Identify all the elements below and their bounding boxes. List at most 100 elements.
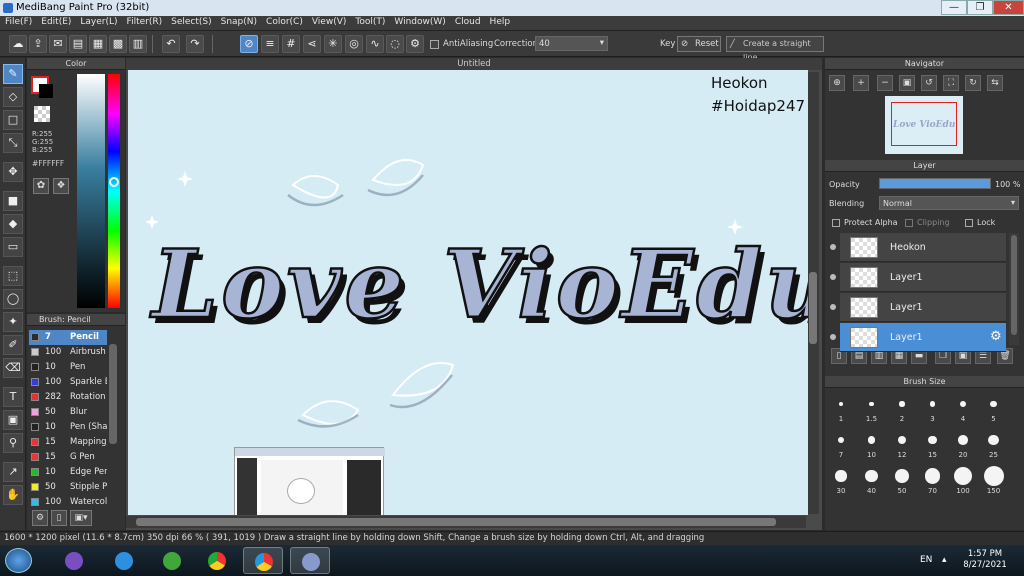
visibility-icon[interactable]: [830, 274, 836, 280]
brush-size-option[interactable]: 2: [888, 394, 916, 423]
brush-size-option[interactable]: 3: [919, 394, 947, 423]
rotate-left-icon[interactable]: ↺: [921, 75, 937, 91]
curve-snap-icon[interactable]: ∿: [366, 35, 384, 53]
document-tab[interactable]: Untitled: [126, 58, 822, 70]
eyedropper-icon[interactable]: ⚲: [3, 433, 23, 453]
vanishing-point-icon[interactable]: ⋖: [303, 35, 321, 53]
brush-list-item[interactable]: 10 Edge Pen: [29, 465, 107, 480]
divide-tool-icon[interactable]: ▣: [3, 410, 23, 430]
hue-handle[interactable]: [109, 177, 119, 187]
clipping-checkbox[interactable]: [905, 219, 913, 227]
visibility-icon[interactable]: [830, 304, 836, 310]
gradient-tool-icon[interactable]: ▭: [3, 237, 23, 257]
clock[interactable]: 1:57 PM 8/27/2021: [960, 549, 1010, 571]
move-tool-icon[interactable]: ✥: [3, 162, 23, 182]
shape-tool-icon[interactable]: ■: [3, 191, 23, 211]
menu-file[interactable]: File(F): [0, 16, 36, 27]
brush-size-option[interactable]: 150: [980, 466, 1008, 495]
palette-icon[interactable]: ✿: [33, 178, 49, 194]
visibility-icon[interactable]: [830, 244, 836, 250]
brush-list-item[interactable]: 50 Stipple Pe: [29, 480, 107, 495]
cloud-icon[interactable]: ☁: [9, 35, 27, 53]
taskbar-app[interactable]: [243, 547, 283, 574]
taskbar-coccoc[interactable]: [152, 547, 192, 574]
brush-list-item[interactable]: 15 Mapping P: [29, 435, 107, 450]
brush-size-option[interactable]: 5: [980, 394, 1008, 423]
menu-window[interactable]: Window(W): [389, 16, 449, 27]
maximize-button[interactable]: ❐: [967, 0, 993, 15]
dot-tool-icon[interactable]: □: [3, 110, 23, 130]
brush-size-option[interactable]: 1.5: [858, 394, 886, 423]
brush-list-item[interactable]: 100 Watercol: [29, 495, 107, 510]
menu-tool[interactable]: Tool(T): [350, 16, 389, 27]
brush-list-item[interactable]: 10 Pen (Sha: [29, 420, 107, 435]
brush-list-item[interactable]: 10 Pen: [29, 360, 107, 375]
radial-snap-icon[interactable]: ✳: [324, 35, 342, 53]
vertical-scroll-thumb[interactable]: [809, 272, 817, 344]
fit-screen-icon[interactable]: ⛶: [943, 75, 959, 91]
navigator-thumbnail[interactable]: Love VioEdu: [885, 96, 963, 154]
brush-settings-icon[interactable]: ⚙: [32, 510, 48, 526]
zoom-actual-icon[interactable]: ▣: [899, 75, 915, 91]
layer-row[interactable]: Layer1: [830, 293, 1006, 322]
menu-color[interactable]: Color(C): [261, 16, 307, 27]
brush-tool-icon[interactable]: ✎: [3, 64, 23, 84]
brush-size-option[interactable]: 10: [858, 430, 886, 459]
menu-help[interactable]: Help: [485, 16, 515, 27]
eraser-tool-icon[interactable]: ◇: [3, 87, 23, 107]
taskbar-visual-studio[interactable]: [54, 547, 94, 574]
zoom-fit-icon[interactable]: ⊕: [829, 75, 845, 91]
page-icon[interactable]: ▤: [69, 35, 87, 53]
zoom-in-icon[interactable]: +: [853, 75, 869, 91]
taskbar-internet-explorer[interactable]: [104, 547, 144, 574]
language-indicator[interactable]: EN: [920, 555, 932, 565]
protect-alpha-checkbox[interactable]: [832, 219, 840, 227]
magic-wand-icon[interactable]: ✦: [3, 312, 23, 332]
new-brush-icon[interactable]: ▯: [51, 510, 67, 526]
start-button[interactable]: [5, 548, 32, 573]
text-tool-icon[interactable]: T: [3, 387, 23, 407]
antialiasing-checkbox[interactable]: [430, 40, 439, 49]
brush-size-option[interactable]: 25: [980, 430, 1008, 459]
parallel-snap-icon[interactable]: ≡: [261, 35, 279, 53]
horizontal-scrollbar[interactable]: [126, 516, 806, 528]
brush-size-option[interactable]: 30: [827, 466, 855, 495]
cross-snap-icon[interactable]: #: [282, 35, 300, 53]
visibility-icon[interactable]: [830, 334, 836, 340]
close-button[interactable]: ✕: [993, 0, 1024, 15]
brush-size-option[interactable]: 20: [949, 430, 977, 459]
blur-tool-icon[interactable]: ⤡: [3, 133, 23, 153]
tray-arrow-icon[interactable]: ▴: [942, 555, 947, 565]
fill-tool-icon[interactable]: ◆: [3, 214, 23, 234]
lock-checkbox[interactable]: [965, 219, 973, 227]
color-set-icon[interactable]: ❖: [53, 178, 69, 194]
undo-icon[interactable]: ↶: [162, 35, 180, 53]
layer-row[interactable]: Layer1: [830, 263, 1006, 292]
reset-button[interactable]: ⊘ Reset: [677, 36, 721, 52]
brush-size-option[interactable]: 70: [919, 466, 947, 495]
brush-size-option[interactable]: 50: [888, 466, 916, 495]
vertical-scrollbar[interactable]: [807, 72, 819, 514]
snap-settings-icon[interactable]: ⚙: [406, 35, 424, 53]
layer-row[interactable]: Layer1 ⚙: [830, 323, 1006, 352]
brush-size-option[interactable]: 15: [919, 430, 947, 459]
select-pen-icon[interactable]: ✐: [3, 335, 23, 355]
saturation-field[interactable]: [77, 74, 105, 308]
brush-size-option[interactable]: 12: [888, 430, 916, 459]
opacity-slider[interactable]: [879, 178, 991, 189]
brush-list-item[interactable]: 7 Pencil: [29, 330, 107, 345]
layer-settings-icon[interactable]: ⚙: [990, 329, 1002, 344]
document-icon[interactable]: ▦: [89, 35, 107, 53]
brush-list-item[interactable]: 15 G Pen: [29, 450, 107, 465]
hand-tool-icon[interactable]: ✋: [3, 485, 23, 505]
menu-filter[interactable]: Filter(R): [122, 16, 167, 27]
snap-off-icon[interactable]: ⊘: [240, 35, 258, 53]
ellipse-snap-icon[interactable]: ◌: [386, 35, 404, 53]
grid-icon[interactable]: ▩: [109, 35, 127, 53]
share-icon[interactable]: ⇪: [29, 35, 47, 53]
secondary-color-swatch[interactable]: [39, 84, 53, 98]
redo-icon[interactable]: ↷: [186, 35, 204, 53]
straight-line-button[interactable]: ╱Create a straight line: [726, 36, 824, 62]
hue-slider[interactable]: [108, 74, 120, 308]
menu-select[interactable]: Select(S): [166, 16, 216, 27]
